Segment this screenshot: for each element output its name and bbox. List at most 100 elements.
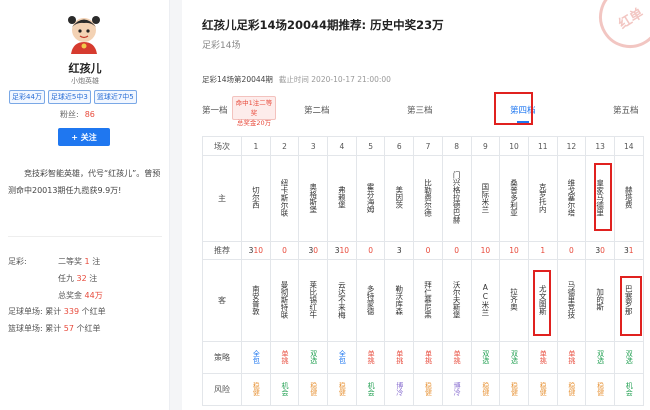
match-number-cell: 14 (613, 136, 644, 156)
risk-cell: 机会 (613, 373, 644, 406)
away-team-6[interactable]: 勒沃库森 (395, 285, 404, 315)
home-team-cell: 纽卡斯尔联 (269, 155, 300, 242)
match-number-cell: 6 (384, 136, 415, 156)
match-number-cell: 10 (499, 136, 529, 156)
risk-8: 博冷 (453, 381, 462, 396)
home-team-11[interactable]: 克罗托内 (538, 183, 547, 213)
risk-cell: 稳健 (556, 373, 587, 406)
home-team-cell: 桑普多利亚 (499, 155, 529, 242)
stat-renjiu: 任九 32 注 (58, 273, 97, 284)
match-number-6: 6 (396, 141, 402, 151)
away-team-5[interactable]: 多特蒙德 (366, 285, 375, 315)
home-team-10[interactable]: 桑普多利亚 (510, 179, 519, 217)
away-team-10[interactable]: 拉齐奥 (510, 288, 519, 311)
badge-basketball[interactable]: 篮球近7中5 (93, 90, 137, 104)
page: 红孩儿 小炮英雄 足彩44万 足球近5中3 篮球近7中5 粉丝: 86 + 关注 … (0, 0, 650, 410)
risk-2: 机会 (281, 381, 290, 396)
home-team-3[interactable]: 奥格斯堡 (309, 183, 318, 213)
tier-tabs: 第一档 命中1注二等奖 总奖金20万 第二档 第三档 第四档 第五档 (182, 92, 650, 127)
strategy-cell: 单挑 (355, 341, 386, 374)
strategy-cell: 单挑 (556, 341, 587, 374)
highlight-box-tab (494, 92, 533, 125)
stat-basketball: 篮球单场: 累计 57 个红单 (8, 323, 101, 334)
strategy-3: 双选 (309, 349, 318, 364)
away-team-3[interactable]: 莱比锡红牛 (309, 281, 318, 319)
risk-3: 稳健 (309, 381, 318, 396)
away-team-13[interactable]: 加的斯 (596, 288, 605, 311)
home-team-7[interactable]: 比勒费尔德 (423, 179, 432, 217)
away-team-cell: AC米兰 (470, 259, 501, 342)
match-number-14: 14 (624, 141, 634, 151)
stat-football: 足球单场: 累计 339 个红单 (8, 306, 106, 317)
match-number-4: 4 (339, 141, 345, 151)
strategy-8: 单挑 (453, 349, 462, 364)
home-team-6[interactable]: 美因茨 (395, 186, 404, 209)
stat-basketball-suffix: 个红单 (76, 324, 101, 333)
away-team-cell: 沃尔夫斯堡 (441, 259, 472, 342)
away-team-9[interactable]: AC米兰 (481, 283, 490, 316)
row-label-home: 主 (202, 155, 242, 242)
follow-button[interactable]: + 关注 (58, 128, 110, 146)
strategy-11: 单挑 (539, 349, 548, 364)
away-team-cell: 多特蒙德 (355, 259, 386, 342)
match-table: 场次 1 2 3 4 5 6 7 8 9 10 11 12 13 14 主 切尔西 纽卡斯尔联 奥格斯堡 弗赖堡… (202, 136, 644, 406)
home-team-1[interactable]: 切尔西 (251, 186, 260, 209)
pick-cell: 30 (585, 241, 615, 260)
prize-tag: 命中1注二等奖 总奖金20万 (232, 96, 276, 127)
away-team-7[interactable]: 拜仁慕尼黑 (423, 281, 432, 319)
avatar[interactable] (65, 14, 103, 54)
issue-info: 足彩14场第20044期 截止时间 2020-10-17 21:00:00 (202, 74, 391, 85)
away-team-cell: 云达不来梅 (327, 259, 357, 342)
highlight-box-home-13 (594, 163, 612, 231)
match-number-cell: 3 (298, 136, 329, 156)
away-team-4[interactable]: 云达不来梅 (337, 281, 346, 319)
stat-basketball-label: 篮球单场: (8, 324, 43, 333)
away-team-12[interactable]: 马德里竞技 (567, 281, 576, 319)
divider (8, 236, 162, 237)
risk-cell: 稳健 (470, 373, 501, 406)
home-team-cell: 赫塔费 (613, 155, 644, 242)
home-team-5[interactable]: 霍芬海姆 (366, 183, 375, 213)
home-team-cell: 切尔西 (241, 155, 271, 242)
badge-football[interactable]: 足球近5中3 (47, 90, 91, 104)
row-label-pick: 推荐 (202, 241, 242, 260)
home-team-8[interactable]: 门兴格拉德巴赫 (452, 171, 461, 224)
row-label-away: 客 (202, 259, 242, 342)
home-team-9[interactable]: 国际米兰 (481, 183, 490, 213)
row-away: 客 南安普敦 曼彻斯特联 莱比锡红牛 云达不来梅 多特蒙德 勒沃库森 拜仁慕尼黑 沃尔夫斯堡 A… (202, 259, 644, 342)
risk-7: 稳健 (424, 381, 433, 396)
stat-football-label: 足球单场: (8, 307, 43, 316)
home-team-12[interactable]: 维戈塞尔塔 (567, 179, 576, 217)
risk-10: 稳健 (510, 381, 519, 396)
strategy-1: 全包 (252, 349, 261, 364)
row-home: 主 切尔西 纽卡斯尔联 奥格斯堡 弗赖堡 霍芬海姆 美因茨 比勒费尔德 门兴格拉德巴赫 国际米兰… (202, 155, 644, 242)
badge-zucai[interactable]: 足彩44万 (9, 90, 45, 104)
tab-tier-5[interactable]: 第五档 (613, 104, 639, 116)
stat-football-count: 339 (63, 307, 80, 316)
pick-cell: 310 (241, 241, 271, 260)
away-team-cell: 曼彻斯特联 (269, 259, 300, 342)
highlight-box-away-11 (533, 270, 551, 336)
away-team-1[interactable]: 南安普敦 (251, 285, 260, 315)
tab-tier-1[interactable]: 第一档 (202, 104, 228, 116)
strategy-cell: 双选 (585, 341, 615, 374)
tab-tier-2[interactable]: 第二档 (304, 104, 330, 116)
match-number-cell: 12 (556, 136, 587, 156)
stat-second-prize-count: 1 (84, 257, 90, 266)
home-team-2[interactable]: 纽卡斯尔联 (280, 179, 289, 217)
home-team-cell: 国际米兰 (470, 155, 501, 242)
strategy-cell: 单挑 (413, 341, 443, 374)
home-team-14[interactable]: 赫塔费 (624, 186, 633, 209)
match-number-cell: 11 (527, 136, 558, 156)
author-name: 红孩儿 (68, 62, 102, 75)
row-label-number: 场次 (202, 136, 242, 156)
stat-football-prefix: 累计 (45, 307, 62, 316)
away-team-2[interactable]: 曼彻斯特联 (280, 281, 289, 319)
pick-cell: 10 (499, 241, 529, 260)
pick-cell: 1 (527, 241, 558, 260)
home-team-4[interactable]: 弗赖堡 (337, 186, 346, 209)
away-team-8[interactable]: 沃尔夫斯堡 (452, 281, 461, 319)
strategy-9: 双选 (481, 349, 490, 364)
tab-tier-3[interactable]: 第三档 (407, 104, 433, 116)
home-team-cell: 克罗托内 (527, 155, 558, 242)
